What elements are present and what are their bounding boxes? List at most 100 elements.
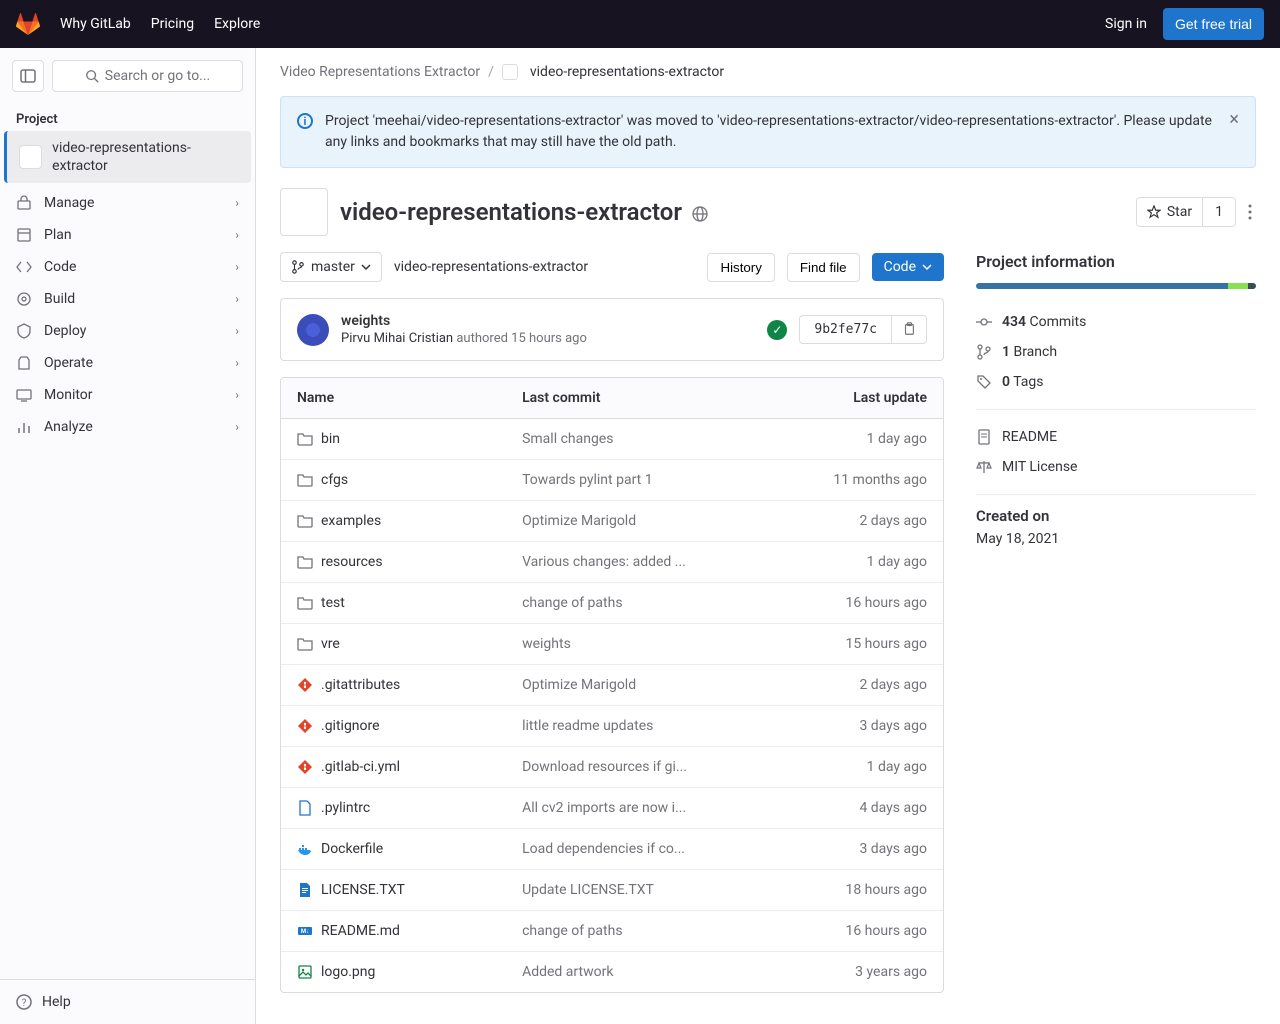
file-name[interactable]: examples [321, 513, 381, 529]
license-link[interactable]: MIT License [976, 452, 1256, 482]
find-file-button[interactable]: Find file [787, 253, 860, 282]
star-count[interactable]: 1 [1202, 198, 1235, 226]
language-bar[interactable] [976, 283, 1256, 289]
project-info-heading: Project information [976, 252, 1256, 271]
signin-link[interactable]: Sign in [1105, 16, 1147, 32]
breadcrumb-group[interactable]: Video Representations Extractor [280, 64, 480, 80]
file-name[interactable]: .gitlab-ci.yml [321, 759, 400, 775]
file-name[interactable]: .pylintrc [321, 800, 370, 816]
file-last-commit[interactable]: All cv2 imports are now i... [522, 800, 755, 816]
sidebar-item-build[interactable]: Build› [8, 283, 247, 315]
svg-text:?: ? [22, 998, 27, 1009]
sidebar-item-manage[interactable]: Manage› [8, 187, 247, 219]
file-name[interactable]: vre [321, 636, 340, 652]
lang-python [976, 283, 1228, 289]
sidebar-search[interactable]: Search or go to... [52, 60, 243, 92]
file-row[interactable]: LICENSE.TXT Update LICENSE.TXT 18 hours … [281, 870, 943, 911]
file-name[interactable]: test [321, 595, 345, 611]
file-name[interactable]: Dockerfile [321, 841, 383, 857]
nav-why-gitlab[interactable]: Why GitLab [60, 16, 131, 32]
file-name[interactable]: LICENSE.TXT [321, 882, 405, 898]
commit-author[interactable]: Pirvu Mihai Cristian [341, 331, 453, 346]
file-row[interactable]: test change of paths 16 hours ago [281, 583, 943, 624]
code-button[interactable]: Code [872, 253, 944, 281]
copy-sha-button[interactable] [891, 316, 926, 343]
file-row[interactable]: logo.png Added artwork 3 years ago [281, 952, 943, 992]
breadcrumb-project[interactable]: video-representations-extractor [530, 64, 724, 80]
commit-sha[interactable]: 9b2fe77c [800, 316, 891, 343]
file-last-commit[interactable]: Optimize Marigold [522, 677, 755, 693]
file-last-update: 2 days ago [771, 501, 943, 541]
commit-icon [976, 314, 992, 330]
file-row[interactable]: resources Various changes: added ... 1 d… [281, 542, 943, 583]
file-row[interactable]: M↓README.md change of paths 16 hours ago [281, 911, 943, 952]
sidebar-item-code[interactable]: Code› [8, 251, 247, 283]
commits-stat[interactable]: 434 Commits [976, 307, 1256, 337]
file-row[interactable]: bin Small changes 1 day ago [281, 419, 943, 460]
file-name[interactable]: resources [321, 554, 383, 570]
commit-author-avatar[interactable] [297, 314, 329, 346]
commit-title[interactable]: weights [341, 313, 755, 329]
file-last-commit[interactable]: Towards pylint part 1 [522, 472, 755, 488]
chevron-right-icon: › [235, 356, 239, 370]
sidebar-item-deploy[interactable]: Deploy› [8, 315, 247, 347]
sidebar-item-analyze[interactable]: Analyze› [8, 411, 247, 443]
sidebar-item-operate[interactable]: Operate› [8, 347, 247, 379]
file-row[interactable]: .gitattributes Optimize Marigold 2 days … [281, 665, 943, 706]
help-link[interactable]: ? Help [8, 988, 247, 1016]
col-update-header[interactable]: Last update [771, 378, 943, 418]
file-last-commit[interactable]: Various changes: added ... [522, 554, 755, 570]
file-last-commit[interactable]: Update LICENSE.TXT [522, 882, 755, 898]
star-button[interactable]: Star [1137, 198, 1202, 226]
file-last-commit[interactable]: weights [522, 636, 755, 652]
get-free-trial-button[interactable]: Get free trial [1163, 8, 1264, 40]
nav-pricing[interactable]: Pricing [151, 16, 194, 32]
file-row[interactable]: .gitignore little readme updates 3 days … [281, 706, 943, 747]
file-last-commit[interactable]: Optimize Marigold [522, 513, 755, 529]
sidebar-item-monitor[interactable]: Monitor› [8, 379, 247, 411]
file-name[interactable]: bin [321, 431, 340, 447]
file-last-update: 1 day ago [771, 419, 943, 459]
history-button[interactable]: History [707, 253, 774, 282]
file-row[interactable]: .gitlab-ci.yml Download resources if gi.… [281, 747, 943, 788]
file-name[interactable]: .gitignore [321, 718, 380, 734]
file-last-commit[interactable]: Load dependencies if co... [522, 841, 755, 857]
file-name[interactable]: .gitattributes [321, 677, 400, 693]
file-last-commit[interactable]: Download resources if gi... [522, 759, 755, 775]
file-name[interactable]: cfgs [321, 472, 348, 488]
branch-select[interactable]: master [280, 252, 382, 282]
tags-stat[interactable]: 0 Tags [976, 367, 1256, 397]
chevron-right-icon: › [235, 388, 239, 402]
file-last-commit[interactable]: change of paths [522, 923, 755, 939]
pipeline-status-passed-icon[interactable]: ✓ [767, 320, 787, 340]
branches-stat[interactable]: 1 Branch [976, 337, 1256, 367]
file-last-update: 15 hours ago [771, 624, 943, 664]
file-name[interactable]: README.md [321, 923, 400, 939]
file-row[interactable]: examples Optimize Marigold 2 days ago [281, 501, 943, 542]
file-last-update: 16 hours ago [771, 583, 943, 623]
readme-link[interactable]: README [976, 422, 1256, 452]
file-last-commit[interactable]: Small changes [522, 431, 755, 447]
clipboard-icon [902, 322, 916, 336]
file-row[interactable]: Dockerfile Load dependencies if co... 3 … [281, 829, 943, 870]
file-name[interactable]: logo.png [321, 964, 375, 980]
col-commit-header[interactable]: Last commit [506, 378, 771, 418]
file-last-commit[interactable]: Added artwork [522, 964, 755, 980]
operate-icon [16, 355, 32, 371]
file-last-commit[interactable]: change of paths [522, 595, 755, 611]
file-row[interactable]: .pylintrc All cv2 imports are now i... 4… [281, 788, 943, 829]
repo-path[interactable]: video-representations-extractor [394, 259, 588, 275]
alert-close-button[interactable]: × [1229, 111, 1239, 129]
image-icon [297, 964, 313, 980]
sidebar-collapse-button[interactable] [12, 60, 44, 92]
nav-explore[interactable]: Explore [214, 16, 260, 32]
file-last-commit[interactable]: little readme updates [522, 718, 755, 734]
col-name-header[interactable]: Name [281, 378, 506, 418]
file-row[interactable]: cfgs Towards pylint part 1 11 months ago [281, 460, 943, 501]
file-last-update: 16 hours ago [771, 911, 943, 951]
project-more-button[interactable] [1244, 198, 1256, 226]
sidebar-item-plan[interactable]: Plan› [8, 219, 247, 251]
file-row[interactable]: vre weights 15 hours ago [281, 624, 943, 665]
gitlab-logo-icon[interactable] [16, 12, 40, 36]
sidebar-project-link[interactable]: video-representations-extractor [4, 131, 251, 183]
